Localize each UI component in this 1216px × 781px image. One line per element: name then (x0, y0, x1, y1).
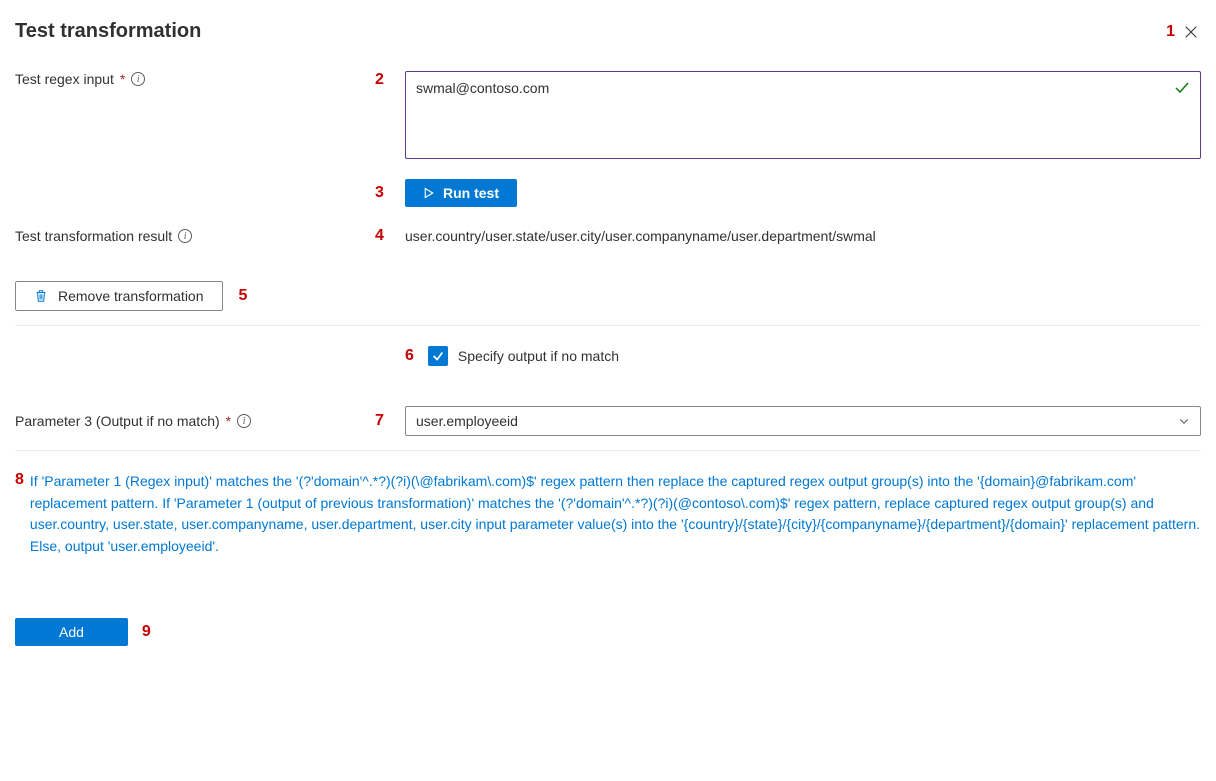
row-run-test: 3 Run test (15, 179, 1201, 207)
specify-no-match-checkbox[interactable] (428, 346, 448, 366)
param3-label: Parameter 3 (Output if no match) (15, 413, 220, 429)
add-label: Add (59, 624, 84, 640)
close-icon[interactable] (1181, 22, 1201, 42)
info-icon[interactable]: i (178, 229, 192, 243)
marker-5: 5 (239, 287, 248, 305)
checkmark-icon (431, 349, 445, 363)
run-test-label: Run test (443, 185, 499, 201)
marker-3: 3 (375, 184, 384, 201)
row-specify-no-match: 6 Specify output if no match (15, 346, 1201, 366)
add-button[interactable]: Add (15, 618, 128, 646)
info-icon[interactable]: i (131, 72, 145, 86)
footer: Add 9 (15, 618, 1201, 646)
row-param3: Parameter 3 (Output if no match) * i 7 u… (15, 406, 1201, 436)
trash-icon (34, 289, 48, 303)
regex-input-value: swmal@contoso.com (416, 80, 1151, 96)
regex-input-label: Test regex input (15, 71, 114, 87)
marker-1: 1 (1166, 23, 1175, 41)
divider (15, 325, 1201, 326)
required-asterisk: * (226, 413, 231, 429)
divider (15, 450, 1201, 451)
checkmark-icon (1174, 80, 1190, 96)
chevron-down-icon (1178, 415, 1190, 427)
result-label: Test transformation result (15, 228, 172, 244)
marker-7: 7 (375, 412, 384, 429)
marker-4: 4 (375, 227, 384, 244)
regex-input[interactable]: swmal@contoso.com (405, 71, 1201, 159)
marker-9: 9 (142, 623, 151, 641)
param3-value: user.employeeid (416, 413, 518, 429)
marker-2: 2 (375, 71, 384, 88)
transformation-summary: If 'Parameter 1 (Regex input)' matches t… (30, 471, 1201, 558)
specify-no-match-label: Specify output if no match (458, 348, 619, 364)
remove-transformation-label: Remove transformation (58, 288, 204, 304)
row-result: Test transformation result i 4 user.coun… (15, 227, 1201, 245)
play-icon (423, 187, 435, 199)
row-remove: Remove transformation 5 (15, 281, 1201, 311)
close-group: 1 (1166, 22, 1201, 42)
page-title: Test transformation (15, 20, 201, 43)
panel-header: Test transformation 1 (15, 20, 1201, 43)
marker-6: 6 (405, 347, 414, 365)
row-regex-input: Test regex input * i 2 swmal@contoso.com (15, 71, 1201, 159)
marker-8: 8 (15, 471, 24, 489)
result-value: user.country/user.state/user.city/user.c… (405, 228, 876, 244)
run-test-button[interactable]: Run test (405, 179, 517, 207)
remove-transformation-button[interactable]: Remove transformation (15, 281, 223, 311)
info-icon[interactable]: i (237, 414, 251, 428)
required-asterisk: * (120, 71, 125, 87)
param3-select[interactable]: user.employeeid (405, 406, 1201, 436)
row-summary: 8 If 'Parameter 1 (Regex input)' matches… (15, 471, 1201, 558)
